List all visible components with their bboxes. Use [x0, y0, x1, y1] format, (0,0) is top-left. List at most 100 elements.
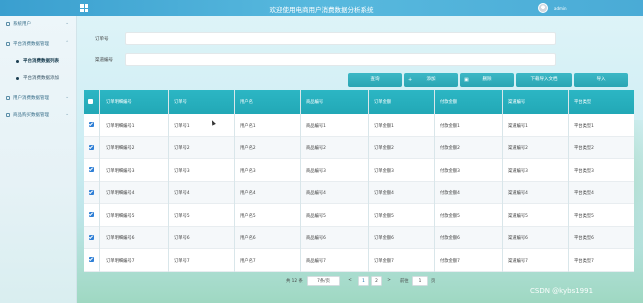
folder-icon — [6, 41, 10, 46]
query-button-label: 查询 — [370, 77, 380, 82]
avatar[interactable] — [538, 3, 548, 13]
cell: 订单号2 — [174, 146, 190, 151]
cell: 订单明细编号1 — [106, 123, 135, 129]
sidebar-item-label: 商品购买数据管理 — [13, 113, 49, 118]
column-divider — [99, 90, 100, 272]
row-checkbox[interactable] — [89, 167, 94, 172]
row-checkbox[interactable] — [89, 189, 94, 195]
cell: 订单金额2 — [374, 146, 394, 151]
cell: 付款金额4 — [440, 191, 460, 196]
pagination-total: 共 12 条 — [286, 279, 303, 284]
cell: 订单金额1 — [374, 123, 394, 129]
bullet-icon — [16, 77, 19, 80]
page-number[interactable]: 2 — [371, 276, 382, 286]
sidebar-item-label: 用户消费数据管理 — [13, 96, 49, 101]
table-header: 订单明细编号 订单号 用户名 商品编号 订单金额 付款金额 渠道编号 平台类型 — [84, 90, 634, 114]
sidebar-item-product-data[interactable]: 商品购买数据管理 ⌄ — [0, 112, 77, 124]
row-checkbox[interactable] — [89, 144, 94, 150]
cell: 用户名1 — [240, 123, 256, 129]
table-row[interactable]: 订单明细编号4 订单号4 用户名4 商品编号4 订单金额4 付款金额4 渠道编号… — [84, 181, 634, 204]
page-size-select[interactable]: 7条/页 — [307, 276, 340, 286]
row-checkbox[interactable] — [89, 212, 94, 217]
col-header[interactable]: 渠道编号 — [508, 99, 525, 105]
chevron-down-icon: ⌄ — [65, 21, 69, 26]
cell: 订单金额6 — [374, 236, 394, 241]
table-row[interactable]: 订单明细编号1 订单号1 用户名1 商品编号1 订单金额1 付款金额1 渠道编号… — [84, 114, 634, 137]
chevron-up-icon: ⌃ — [65, 41, 69, 46]
column-divider — [168, 90, 169, 272]
col-header[interactable]: 付款金额 — [440, 99, 457, 105]
cell: 商品编号4 — [306, 191, 326, 196]
sidebar-subitem-platform-add[interactable]: 平台消费数据添加 — [0, 75, 77, 86]
goto-page-input[interactable]: 1 — [412, 276, 428, 286]
cell: 用户名2 — [240, 146, 256, 151]
table-row[interactable]: 订单明细编号3 订单号3 用户名3 商品编号3 订单金额3 付款金额3 渠道编号… — [84, 159, 634, 182]
table-row[interactable]: 订单明细编号6 订单号6 用户名6 商品编号6 订单金额6 付款金额6 渠道编号… — [84, 226, 634, 249]
next-page-button[interactable]: > — [384, 276, 394, 286]
sidebar-item-platform-data[interactable]: 平台消费数据管理 ⌃ — [0, 41, 77, 53]
users-icon — [6, 21, 10, 26]
col-header[interactable]: 订单明细编号 — [106, 99, 132, 105]
folder-icon — [6, 95, 10, 100]
cell: 平台类型4 — [574, 191, 594, 196]
trash-icon: ▣ — [464, 77, 469, 83]
bullet-icon — [16, 60, 19, 63]
row-checkbox[interactable] — [89, 234, 94, 240]
col-header[interactable]: 平台类型 — [574, 99, 591, 105]
username[interactable]: admin — [554, 6, 567, 11]
query-button[interactable]: 查询 — [348, 73, 402, 87]
cell: 平台类型6 — [574, 236, 594, 241]
select-all-checkbox[interactable] — [88, 99, 93, 104]
delete-button-label: 删除 — [482, 77, 492, 82]
import-button[interactable]: 导入 — [574, 73, 628, 87]
cell: 渠道编号4 — [508, 191, 528, 196]
table-row[interactable]: 订单明细编号7 订单号7 用户名7 商品编号7 订单金额7 付款金额7 渠道编号… — [84, 249, 634, 272]
row-checkbox[interactable] — [89, 257, 94, 262]
download-template-button[interactable]: 下载导入文档 — [516, 73, 572, 87]
watermark: CSDN @kybs1991 — [530, 287, 594, 295]
cell: 订单号7 — [174, 258, 190, 264]
col-header[interactable]: 订单金额 — [374, 99, 391, 105]
row-checkbox[interactable] — [89, 122, 94, 127]
sidebar-item-system-users[interactable]: 系统用户 ⌄ — [0, 21, 77, 33]
table-row[interactable]: 订单明细编号2 订单号2 用户名2 商品编号2 订单金额2 付款金额2 渠道编号… — [84, 136, 634, 159]
cell: 平台类型2 — [574, 146, 594, 151]
goto-suffix: 页 — [431, 279, 436, 284]
sidebar-item-user-data[interactable]: 用户消费数据管理 ⌄ — [0, 95, 77, 107]
col-header[interactable]: 用户名 — [240, 99, 253, 105]
sidebar: 后台首页 系统用户 ⌄ 平台消费数据管理 ⌃ 平台消费数据列表 平台消费数据添加… — [0, 0, 77, 303]
table-row[interactable]: 订单明细编号5 订单号5 用户名5 商品编号5 订单金额5 付款金额5 渠道编号… — [84, 204, 634, 227]
sidebar-subitem-label: 平台消费数据列表 — [23, 59, 59, 64]
add-button[interactable]: + 添加 — [404, 73, 458, 87]
prev-page-button[interactable]: < — [345, 276, 355, 286]
sidebar-subitem-platform-list[interactable]: 平台消费数据列表 — [0, 58, 77, 69]
sidebar-item-label: 系统用户 — [13, 22, 31, 27]
cell: 渠道编号7 — [508, 258, 528, 264]
delete-button[interactable]: ▣ 删除 — [460, 73, 514, 87]
page-size-value: 7条/页 — [317, 279, 330, 284]
cell: 平台类型3 — [574, 168, 594, 174]
cell: 商品编号2 — [306, 146, 326, 151]
cell: 订单金额4 — [374, 191, 394, 196]
cell: 渠道编号6 — [508, 236, 528, 241]
cell: 商品编号6 — [306, 236, 326, 241]
cell: 平台类型5 — [574, 213, 594, 219]
cell: 用户名6 — [240, 236, 256, 241]
cell: 用户名5 — [240, 213, 256, 219]
column-divider — [568, 90, 569, 272]
cell: 订单金额3 — [374, 168, 394, 174]
order-no-input[interactable] — [125, 32, 556, 45]
cell: 付款金额2 — [440, 146, 460, 151]
page-number[interactable]: 1 — [358, 276, 369, 286]
column-divider — [368, 90, 369, 272]
cell: 用户名4 — [240, 191, 256, 196]
cell: 用户名3 — [240, 168, 256, 174]
cell: 订单明细编号2 — [106, 146, 135, 151]
cell: 订单金额5 — [374, 213, 394, 219]
cell: 订单明细编号5 — [106, 213, 135, 219]
col-header[interactable]: 商品编号 — [306, 99, 323, 105]
channel-no-input[interactable] — [125, 53, 556, 66]
col-header[interactable]: 订单号 — [174, 99, 187, 105]
column-divider — [234, 90, 235, 272]
cell: 付款金额5 — [440, 213, 460, 219]
